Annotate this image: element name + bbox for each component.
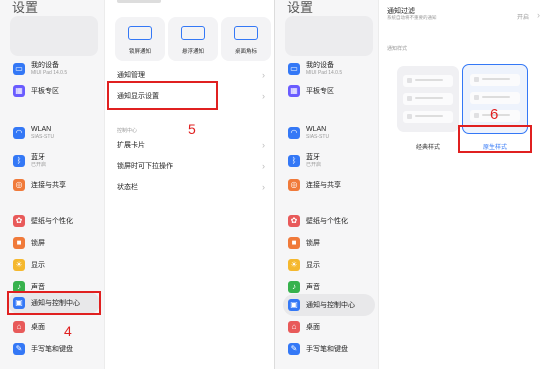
sidebar-item-bluetooth[interactable]: ᛒ 蓝牙 已开启 xyxy=(8,150,100,172)
sidebar-item-connect[interactable]: ◎ 连接与共享 xyxy=(283,174,375,196)
wifi-icon: ◠ xyxy=(288,127,300,139)
highlight-box-step-5 xyxy=(107,81,218,110)
lockscreen-notification-card[interactable]: 锁屏通知 xyxy=(115,17,165,61)
sidebar-item-display[interactable]: ☀ 显示 xyxy=(8,254,100,276)
sidebar-item-notifications[interactable]: ▣ 通知与控制中心 xyxy=(283,294,375,316)
highlight-box-step-4 xyxy=(7,291,101,315)
bluetooth-icon: ᛒ xyxy=(288,155,300,167)
palette-icon: ✿ xyxy=(288,215,300,227)
grid-icon: ▦ xyxy=(13,85,25,97)
settings-list-panel-1: 设置 ▭ 我的设备 MIUI Pad 14.0.5 ▦ 平板专区 ◠ WLAN … xyxy=(0,0,104,369)
badge-preview-icon xyxy=(234,26,258,40)
highlight-box-step-6 xyxy=(458,125,532,153)
sidebar-item-wallpaper[interactable]: ✿ 壁纸与个性化 xyxy=(283,210,375,232)
sidebar-item-bluetooth[interactable]: ᛒ 蓝牙 已开启 xyxy=(283,150,375,172)
sun-icon: ☀ xyxy=(13,259,25,271)
pen-icon: ✎ xyxy=(288,343,300,355)
sidebar-item-tablet[interactable]: ▦ 平板专区 xyxy=(8,80,100,102)
section-label: 控制中心 xyxy=(117,128,138,134)
filter-value[interactable]: 开启 xyxy=(517,12,529,21)
page-title: 设置 xyxy=(12,0,39,15)
chevron-right-icon: › xyxy=(262,182,265,192)
chevron-right-icon: › xyxy=(262,140,265,150)
step-number-6: 6 xyxy=(490,106,499,123)
sidebar-item-my-device[interactable]: ▭ 我的设备 MIUI Pad 14.0.5 xyxy=(8,58,100,80)
sidebar-item-lockscreen[interactable]: ■ 锁屏 xyxy=(8,232,100,254)
palette-icon: ✿ xyxy=(13,215,25,227)
device-icon: ▭ xyxy=(13,63,25,75)
home-icon: ⌂ xyxy=(13,321,25,333)
settings-list-panel-2: 设置 ▭ 我的设备 MIUI Pad 14.0.5 ▦ 平板专区 ◠ WLAN … xyxy=(274,0,378,369)
chevron-right-icon: › xyxy=(537,10,540,20)
sidebar-item-pen[interactable]: ✎ 手写笔和键盘 xyxy=(8,338,100,360)
share-icon: ◎ xyxy=(288,179,300,191)
chevron-right-icon: › xyxy=(262,91,265,101)
lock-icon: ■ xyxy=(13,237,25,249)
step-number-4: 4 xyxy=(64,323,72,339)
floating-notification-card[interactable]: 悬浮通知 xyxy=(168,17,218,61)
badge-card[interactable]: 桌面角标 xyxy=(221,17,271,61)
sidebar-item-tablet[interactable]: ▦ 平板专区 xyxy=(283,80,375,102)
lock-icon: ■ xyxy=(288,237,300,249)
sun-icon: ☀ xyxy=(288,259,300,271)
sidebar-item-pen[interactable]: ✎ 手写笔和键盘 xyxy=(283,338,375,360)
chevron-right-icon: › xyxy=(262,70,265,80)
chevron-right-icon: › xyxy=(262,161,265,171)
sidebar-item-my-device[interactable]: ▭ 我的设备 MIUI Pad 14.0.5 xyxy=(283,58,375,80)
sidebar-item-wlan[interactable]: ◠ WLAN SIAS-STU xyxy=(8,122,100,144)
notification-settings-panel: 锁屏通知 悬浮通知 桌面角标 通知管理 › 通知显示设置 › 5 控制中心 扩展… xyxy=(104,0,274,369)
page-title: 设置 xyxy=(287,0,314,15)
sidebar-item-desktop[interactable]: ⌂ 桌面 xyxy=(8,316,100,338)
classic-style-option[interactable] xyxy=(397,66,459,132)
sidebar-item-wlan[interactable]: ◠ WLAN SIAS-STU xyxy=(283,122,375,144)
filter-subtitle: 系统自动将不重要的通知 xyxy=(387,15,437,20)
speaker-icon: ♪ xyxy=(288,281,300,293)
bluetooth-icon: ᛒ xyxy=(13,155,25,167)
extension-cards-row[interactable]: 扩展卡片 › xyxy=(105,134,274,156)
native-style-option[interactable] xyxy=(462,64,528,134)
search-area[interactable] xyxy=(10,16,98,56)
classic-style-label: 经典样式 xyxy=(415,145,440,151)
section-label: 通知样式 xyxy=(387,46,408,52)
search-area[interactable] xyxy=(285,16,373,56)
notification-icon: ▣ xyxy=(288,299,300,311)
floating-preview-icon xyxy=(181,26,205,40)
grid-icon: ▦ xyxy=(288,85,300,97)
home-icon: ⌂ xyxy=(288,321,300,333)
lockscreen-preview-icon xyxy=(128,26,152,40)
wifi-icon: ◠ xyxy=(13,127,25,139)
share-icon: ◎ xyxy=(13,179,25,191)
sidebar-item-connect[interactable]: ◎ 连接与共享 xyxy=(8,174,100,196)
header-bar xyxy=(117,0,161,3)
statusbar-row[interactable]: 状态栏 › xyxy=(105,176,274,198)
notification-style-panel: 通知过滤 系统自动将不重要的通知 开启 › 通知样式 经典样式 6 原生样式 xyxy=(378,0,547,369)
lockscreen-pulldown-row[interactable]: 锁屏时可下拉操作 › xyxy=(105,155,274,177)
sidebar-item-desktop[interactable]: ⌂ 桌面 xyxy=(283,316,375,338)
device-icon: ▭ xyxy=(288,63,300,75)
sidebar-item-display[interactable]: ☀ 显示 xyxy=(283,254,375,276)
sidebar-item-wallpaper[interactable]: ✿ 壁纸与个性化 xyxy=(8,210,100,232)
sidebar-item-lockscreen[interactable]: ■ 锁屏 xyxy=(283,232,375,254)
pen-icon: ✎ xyxy=(13,343,25,355)
